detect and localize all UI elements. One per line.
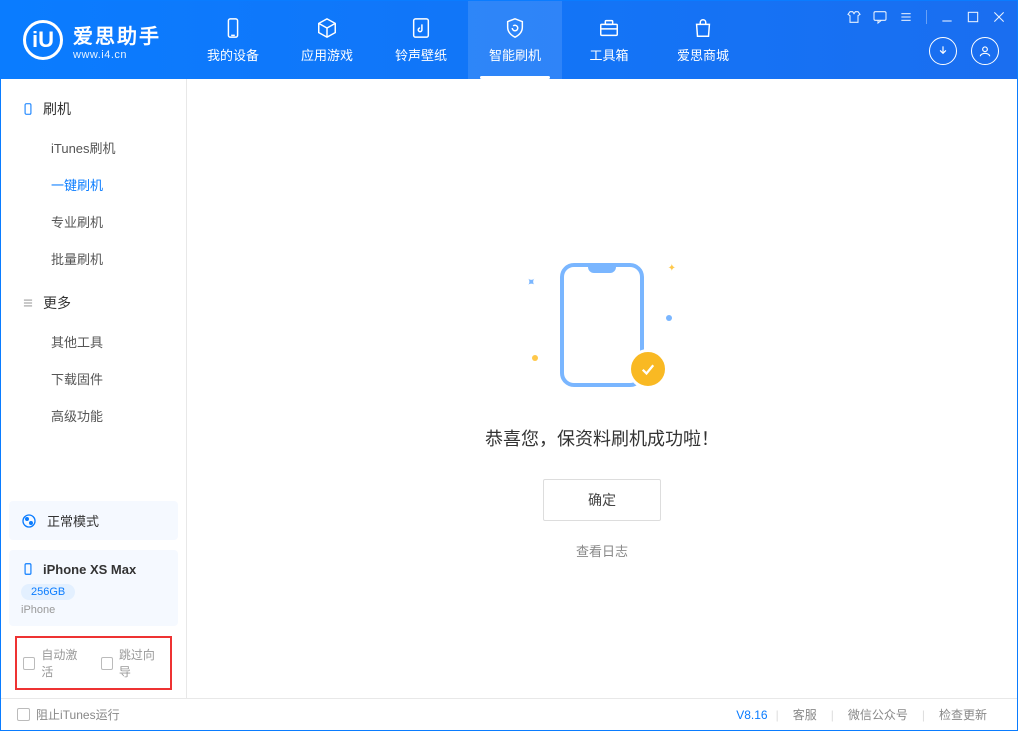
- checkbox-label: 自动激活: [41, 646, 86, 680]
- mode-icon: [21, 513, 37, 529]
- ok-button[interactable]: 确定: [543, 479, 661, 521]
- app-logo-icon: iU: [23, 20, 63, 60]
- app-subtitle: www.i4.cn: [73, 49, 161, 61]
- logo-block: iU 爱思助手 www.i4.cn: [1, 1, 186, 79]
- checkbox-box: [101, 657, 113, 670]
- sidebar-section-more: 更多: [1, 287, 186, 319]
- sidebar-item-advanced[interactable]: 高级功能: [1, 397, 186, 434]
- nav-label: 爱思商城: [677, 45, 729, 64]
- support-link[interactable]: 客服: [793, 706, 817, 723]
- download-button[interactable]: [929, 37, 957, 65]
- app-body: 刷机 iTunes刷机 一键刷机 专业刷机 批量刷机 更多 其他工具 下载固件 …: [1, 79, 1017, 698]
- nav-label: 铃声壁纸: [395, 45, 447, 64]
- device-icon: [21, 102, 35, 116]
- checkbox-label: 跳过向导: [119, 646, 164, 680]
- account-button[interactable]: [971, 37, 999, 65]
- sidebar-section-flash: 刷机: [1, 93, 186, 125]
- separator: |: [776, 708, 779, 722]
- toolbox-icon: [598, 17, 620, 39]
- nav-label: 工具箱: [589, 45, 628, 64]
- auto-activate-checkbox[interactable]: 自动激活: [23, 646, 87, 680]
- mode-card[interactable]: 正常模式: [9, 501, 178, 540]
- nav-apps-games[interactable]: 应用游戏: [280, 1, 374, 79]
- check-badge-icon: [628, 349, 668, 389]
- view-log-link[interactable]: 查看日志: [576, 541, 628, 560]
- success-message: 恭喜您，保资料刷机成功啦！: [485, 425, 719, 451]
- phone-icon: [222, 17, 244, 39]
- nav-smart-flash[interactable]: 智能刷机: [468, 1, 562, 79]
- dot-icon: [532, 355, 538, 361]
- titlebar-separator: [926, 10, 927, 24]
- update-link[interactable]: 检查更新: [939, 706, 987, 723]
- statusbar: 阻止iTunes运行 V8.16 | 客服 | 微信公众号 | 检查更新: [1, 698, 1017, 730]
- music-file-icon: [410, 17, 432, 39]
- shirt-icon[interactable]: [846, 9, 862, 25]
- cube-icon: [316, 17, 338, 39]
- sidebar: 刷机 iTunes刷机 一键刷机 专业刷机 批量刷机 更多 其他工具 下载固件 …: [1, 79, 187, 698]
- device-card[interactable]: iPhone XS Max 256GB iPhone: [9, 550, 178, 626]
- sidebar-item-download-firmware[interactable]: 下载固件: [1, 360, 186, 397]
- main-content: ✦ ✦ 恭喜您，保资料刷机成功啦！ 确定 查看日志: [187, 79, 1017, 698]
- sidebar-item-pro-flash[interactable]: 专业刷机: [1, 203, 186, 240]
- app-header: iU 爱思助手 www.i4.cn 我的设备 应用游戏 铃声壁纸 智能刷机 工具…: [1, 1, 1017, 79]
- sidebar-item-batch-flash[interactable]: 批量刷机: [1, 240, 186, 277]
- nav-toolbox[interactable]: 工具箱: [562, 1, 656, 79]
- titlebar-controls: [846, 9, 1007, 25]
- device-small-icon: [21, 560, 35, 578]
- maximize-icon[interactable]: [965, 9, 981, 25]
- top-nav: 我的设备 应用游戏 铃声壁纸 智能刷机 工具箱 爱思商城: [186, 1, 750, 79]
- sidebar-item-itunes-flash[interactable]: iTunes刷机: [1, 129, 186, 166]
- skip-guide-checkbox[interactable]: 跳过向导: [101, 646, 165, 680]
- nav-my-device[interactable]: 我的设备: [186, 1, 280, 79]
- sidebar-item-other-tools[interactable]: 其他工具: [1, 323, 186, 360]
- separator: |: [922, 708, 925, 722]
- version-label: V8.16: [736, 708, 767, 722]
- separator: |: [831, 708, 834, 722]
- capacity-badge: 256GB: [21, 584, 75, 600]
- header-right-actions: [929, 37, 999, 65]
- checkbox-box: [23, 657, 35, 670]
- nav-ringtones-wallpapers[interactable]: 铃声壁纸: [374, 1, 468, 79]
- nav-label: 应用游戏: [301, 45, 353, 64]
- section-label: 更多: [43, 293, 71, 313]
- feedback-icon[interactable]: [872, 9, 888, 25]
- sidebar-item-oneclick-flash[interactable]: 一键刷机: [1, 166, 186, 203]
- minimize-icon[interactable]: [939, 9, 955, 25]
- menu-icon[interactable]: [898, 9, 914, 25]
- shield-refresh-icon: [504, 17, 526, 39]
- device-type: iPhone: [21, 604, 166, 616]
- checkbox-label: 阻止iTunes运行: [36, 706, 120, 723]
- bag-icon: [692, 17, 714, 39]
- sparkle-icon: ✦: [668, 263, 676, 274]
- checkbox-box: [17, 708, 30, 721]
- device-name: iPhone XS Max: [43, 562, 136, 577]
- block-itunes-checkbox[interactable]: 阻止iTunes运行: [17, 706, 120, 723]
- app-title: 爱思助手: [73, 20, 161, 49]
- nav-label: 智能刷机: [489, 45, 541, 64]
- nav-store[interactable]: 爱思商城: [656, 1, 750, 79]
- dot-icon: [666, 315, 672, 321]
- mode-label: 正常模式: [47, 511, 99, 530]
- flash-options-highlight: 自动激活 跳过向导: [15, 636, 172, 690]
- section-label: 刷机: [43, 99, 71, 119]
- wechat-link[interactable]: 微信公众号: [848, 706, 908, 723]
- close-icon[interactable]: [991, 9, 1007, 25]
- success-illustration: ✦ ✦: [532, 257, 672, 397]
- sparkle-icon: ✦: [523, 273, 540, 290]
- nav-label: 我的设备: [207, 45, 259, 64]
- list-icon: [21, 296, 35, 310]
